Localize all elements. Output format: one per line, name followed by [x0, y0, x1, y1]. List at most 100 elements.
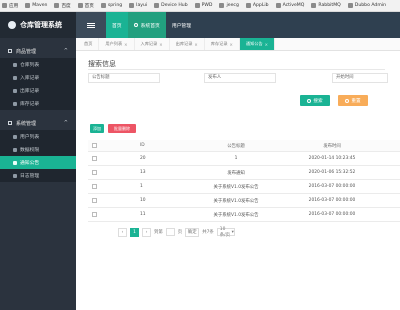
row-checkbox[interactable] [91, 198, 97, 203]
next-page-button[interactable]: › [142, 227, 151, 237]
bookmark-item[interactable]: 应用 [2, 3, 18, 9]
page-tab-label: 通知公告 [245, 41, 263, 46]
row-checkbox[interactable] [91, 170, 97, 175]
top-tab-system-home[interactable]: 系统首页 [127, 12, 166, 38]
menu-item-users[interactable]: 用户列表 [0, 130, 76, 143]
menu-item-stock[interactable]: 库存记录 [0, 97, 76, 110]
bookmark-icon [245, 3, 251, 8]
bookmark-label: Maven [32, 3, 48, 8]
row-checkbox[interactable] [91, 156, 97, 161]
cell-time: 2020-01-14 10:23:45 [308, 156, 356, 161]
logo-icon [8, 21, 16, 29]
col-time-header: 发布时间 [323, 143, 341, 149]
goto-label: 到第 [154, 230, 163, 235]
bookmark-item[interactable]: ActiveMQ [275, 3, 304, 8]
cell-id: 13 [140, 170, 146, 175]
search-button-label: 搜索 [313, 98, 323, 104]
bookmark-item[interactable]: PWD [194, 3, 212, 8]
close-icon[interactable]: × [230, 42, 233, 47]
page-tab[interactable]: 入库记录 × [135, 38, 170, 50]
page-tab-label: 入库记录 [140, 41, 158, 46]
reset-button-label: 重置 [351, 98, 361, 104]
table-row[interactable]: 10 关于系统V1.0发布公告 2016-03-07 00:00:00 [88, 194, 400, 208]
bookmark-item[interactable]: Device Hub [154, 3, 188, 8]
start-time-input[interactable]: 开始时间 [332, 73, 388, 83]
bookmark-item[interactable]: AppLib [245, 3, 269, 8]
sidebar: 仓库管理系统 商品管理 ^ 仓库列表 入库记录 出库记录 库存记录 系统管理 ^… [0, 12, 76, 310]
page-tab[interactable]: 出库记录 × [170, 38, 205, 50]
list-icon [13, 101, 17, 106]
bookmark-item[interactable]: 百度 [54, 3, 71, 9]
page-tab[interactable]: 首页 [78, 38, 100, 50]
page-size-select[interactable]: 10 条/页 ▾ [216, 227, 235, 238]
batch-delete-button[interactable]: 批量删除 [108, 124, 136, 133]
cell-id: 20 [140, 156, 146, 161]
bookmark-item[interactable]: RabbitMQ [311, 3, 341, 8]
cell-time: 2020-01-06 15:32:52 [308, 170, 356, 175]
cell-id: 11 [140, 212, 146, 217]
page-number-input[interactable] [165, 228, 175, 236]
bookmark-item[interactable]: jeecg [219, 3, 239, 8]
reset-button[interactable]: 重置 [338, 95, 368, 106]
row-checkbox[interactable] [91, 212, 97, 217]
chevron-right-icon: › [145, 229, 148, 235]
menu-item-label: 仓库列表 [20, 63, 40, 68]
gear-icon [8, 121, 12, 125]
select-all-cell [88, 143, 100, 148]
page-tab[interactable]: 用户列表 × [99, 38, 135, 50]
menu-item-outbound[interactable]: 出库记录 [0, 84, 76, 97]
bookmark-item[interactable]: Dubbo Admin [347, 3, 386, 8]
menu-item-logs[interactable]: 日志管理 [0, 169, 76, 182]
cell-title: 发布通知 [227, 170, 245, 176]
list-icon [13, 75, 17, 80]
page-button-current[interactable]: 1 [130, 227, 139, 237]
chevron-up-icon: ^ [63, 120, 68, 126]
close-icon[interactable]: × [194, 42, 197, 47]
bookmark-label: RabbitMQ [318, 3, 341, 8]
table-row[interactable]: 13 发布通知 2020-01-06 15:32:52 [88, 166, 400, 180]
table-header: ID 公告标题 发布时间 [88, 140, 400, 152]
page-tab[interactable]: 库存记录 × [205, 38, 240, 50]
cell-time: 2016-03-07 00:00:00 [308, 184, 356, 189]
bookmark-icon [154, 3, 160, 8]
brand: 仓库管理系统 [0, 12, 76, 38]
confirm-button[interactable]: 确定 [185, 227, 200, 237]
add-button[interactable]: 添加 [90, 124, 104, 133]
search-panel: 搜索信息 公告标题 发布人 开始时间 搜索 重置 [84, 56, 389, 116]
menu-item-inbound[interactable]: 入库记录 [0, 71, 76, 84]
menu-toggle-button[interactable] [76, 12, 106, 38]
close-icon[interactable]: × [265, 42, 268, 47]
menu-item-notices[interactable]: 通知公告 [0, 156, 76, 169]
page-tab-active[interactable]: 通知公告 × [239, 38, 276, 50]
select-all-checkbox[interactable] [91, 143, 97, 148]
close-icon[interactable]: × [124, 42, 127, 47]
brand-title: 仓库管理系统 [20, 21, 62, 29]
table-row[interactable]: 1 关于系统V1.0发布公告 2016-03-07 00:00:00 [88, 180, 400, 194]
pagination: ‹ 1 › 到第 页 确定 共7条 10 条/页 ▾ [118, 227, 235, 238]
search-title: 搜索信息 [88, 60, 116, 68]
search-button[interactable]: 搜索 [300, 95, 330, 106]
bookmark-item[interactable]: 首页 [77, 3, 94, 9]
top-tab-home[interactable]: 首页 [106, 12, 128, 38]
prev-page-button[interactable]: ‹ [118, 227, 127, 237]
home-icon [133, 23, 138, 27]
table-row[interactable]: 11 关于系统V1.0发布公告 2016-03-07 00:00:00 [88, 208, 400, 222]
top-tab-user-manage[interactable]: 用户管理 [166, 12, 197, 38]
bookmark-item[interactable]: Maven [25, 3, 47, 8]
publisher-search-input[interactable]: 发布人 [204, 73, 276, 83]
bookmark-item[interactable]: layui [129, 3, 147, 8]
close-icon[interactable]: × [159, 42, 162, 47]
title-search-input[interactable]: 公告标题 [88, 73, 160, 83]
cell-time: 2016-03-07 00:00:00 [308, 198, 356, 203]
bookmark-label: 应用 [9, 3, 19, 9]
row-checkbox[interactable] [91, 184, 97, 189]
menu-item-warehouse-list[interactable]: 仓库列表 [0, 58, 76, 71]
menu-group-system[interactable]: 系统管理 ^ [0, 116, 76, 130]
menu-group-goods[interactable]: 商品管理 ^ [0, 44, 76, 58]
menu-item-permissions[interactable]: 数据权限 [0, 143, 76, 156]
bookmark-item[interactable]: spring [100, 3, 122, 8]
bookmark-label: Device Hub [161, 3, 188, 8]
page-tabs: 首页 用户列表 × 入库记录 × 出库记录 × 库存记录 × 通知公告 × [76, 38, 400, 51]
table-row[interactable]: 20 1 2020-01-14 10:23:45 [88, 152, 400, 166]
chevron-up-icon: ^ [63, 48, 68, 54]
